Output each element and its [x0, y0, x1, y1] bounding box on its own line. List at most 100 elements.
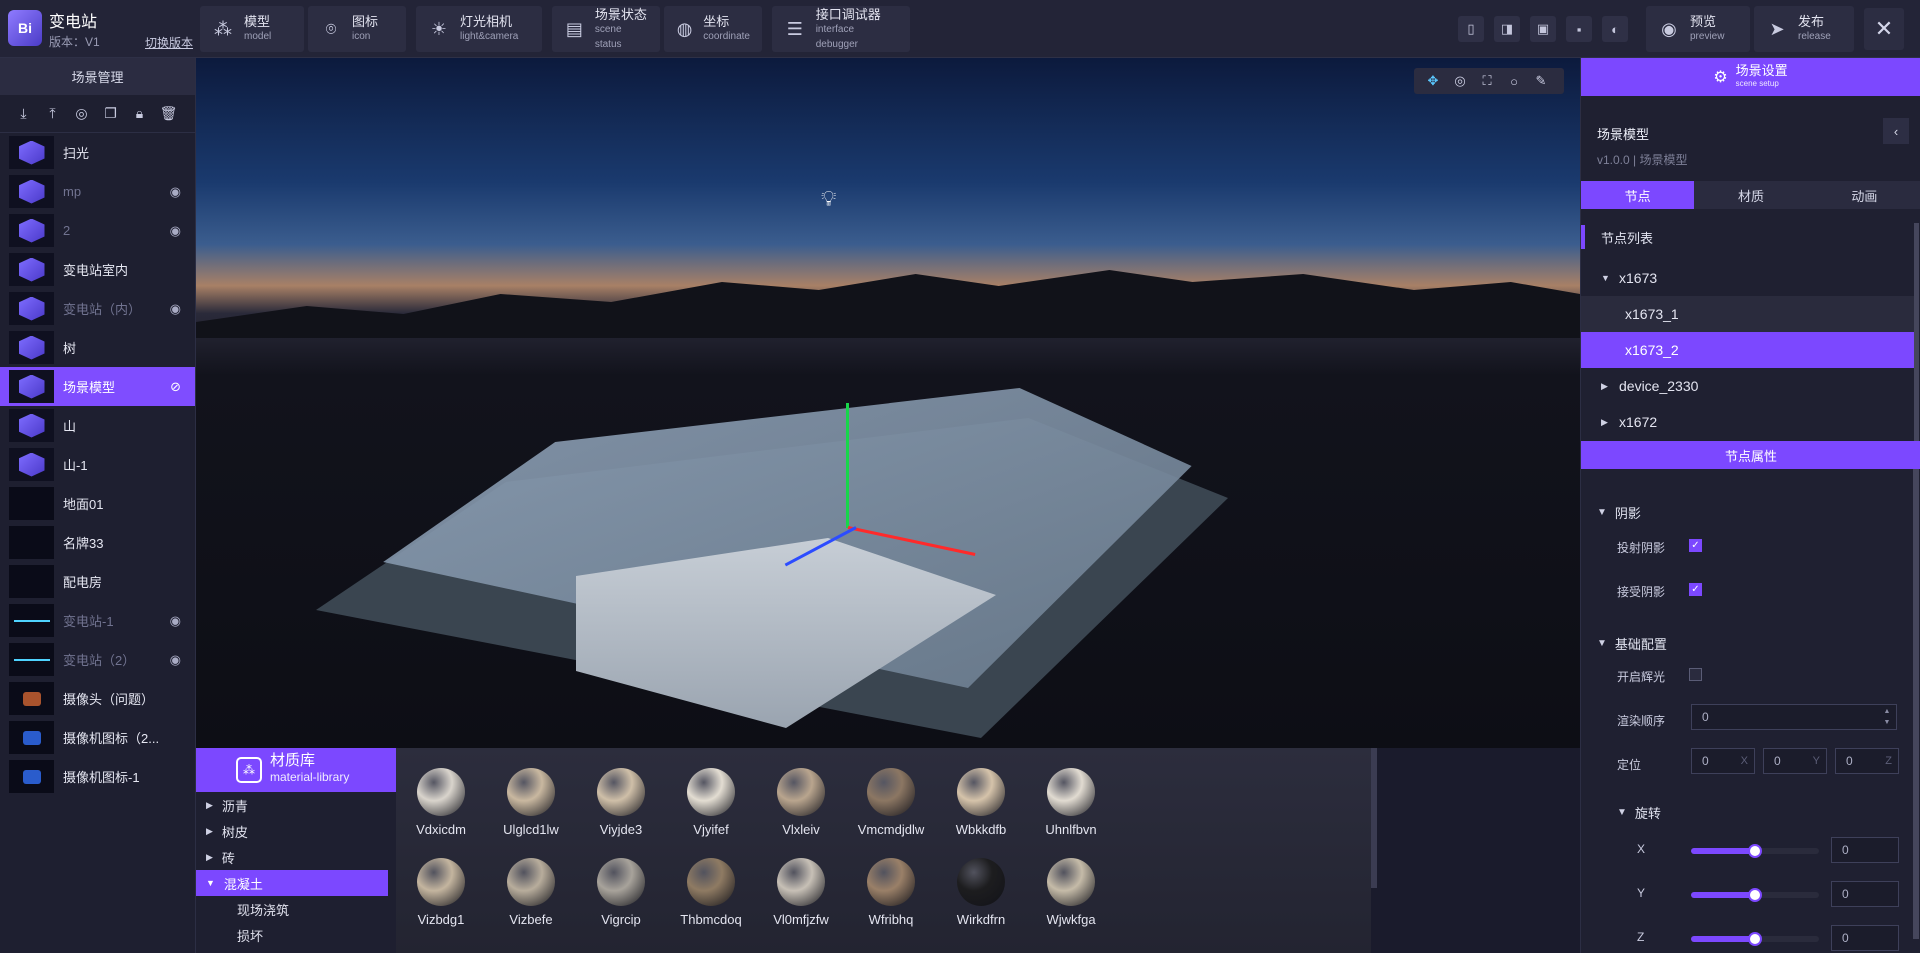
tree-node[interactable]: ▶ device_2330	[1581, 368, 1914, 404]
position-x-input[interactable]: 0X	[1691, 748, 1755, 774]
theme-icon[interactable]: ◐	[1602, 16, 1628, 42]
layer-item[interactable]: 摄像机图标（2...	[0, 718, 195, 757]
slider-knob[interactable]	[1748, 844, 1762, 858]
layer-item[interactable]: 摄像头（问题）	[0, 679, 195, 718]
caret-right-icon[interactable]: ▶	[1601, 381, 1611, 392]
caret-down-icon[interactable]: ▼	[1601, 273, 1611, 283]
right-panel-toggle-icon[interactable]: ◨	[1494, 16, 1520, 42]
toolbar-model-button[interactable]: ⁂ 模型 model	[200, 6, 304, 52]
toolbar-light-label: 灯光相机	[460, 14, 513, 29]
node-tree-scrollbar[interactable]	[1914, 223, 1919, 449]
slider-knob[interactable]	[1748, 932, 1762, 946]
tab-animation[interactable]: 动画	[1808, 181, 1920, 209]
chevron-left-icon[interactable]: ‹	[1883, 118, 1909, 144]
scale-icon[interactable]: ⛶	[1478, 73, 1496, 89]
position-y-input[interactable]: 0Y	[1763, 748, 1827, 774]
layer-item[interactable]: 变电站（内） ◉	[0, 289, 195, 328]
3d-viewport[interactable]: 💡︎ ✥ ◎ ⛶ ○ ✎	[196, 58, 1580, 748]
material-swatch[interactable]: Wjwkfga	[1016, 858, 1126, 927]
slider-knob[interactable]	[1748, 888, 1762, 902]
move-icon[interactable]: ✥	[1424, 73, 1442, 89]
toolbar-icon-button[interactable]: ⌾ 图标 icon	[308, 6, 406, 52]
rotation-slider[interactable]	[1691, 844, 1819, 858]
tree-node[interactable]: ▼ x1673	[1581, 260, 1914, 296]
rotation-value-input[interactable]: 0	[1831, 837, 1899, 863]
render-order-input[interactable]: 0 ▲ ▼	[1691, 704, 1897, 730]
upload-icon[interactable]: ⤒	[43, 104, 62, 123]
preview-button[interactable]: ◉ 预览 preview	[1646, 6, 1750, 52]
eye-icon[interactable]: ◉	[170, 652, 181, 668]
material-category[interactable]: ▶ 沥青	[196, 792, 396, 818]
chevron-down-icon: ▼	[1597, 638, 1607, 649]
circle-icon[interactable]: ○	[1505, 74, 1523, 89]
properties-scrollbar[interactable]	[1913, 469, 1919, 939]
tab-material[interactable]: 材质	[1694, 181, 1807, 209]
rotate-icon[interactable]: ◎	[1451, 73, 1469, 89]
rotation-value-input[interactable]: 0	[1831, 881, 1899, 907]
trash-icon[interactable]: 🗑︎	[159, 104, 178, 123]
material-category[interactable]: ▶ 砖	[196, 844, 396, 870]
rotation-slider[interactable]	[1691, 932, 1819, 946]
layer-item[interactable]: 配电房	[0, 562, 195, 601]
brush-icon[interactable]: ✎	[1532, 73, 1550, 89]
eye-icon[interactable]: ◉	[170, 301, 181, 317]
material-category[interactable]: ▼ 混凝土	[196, 870, 388, 896]
close-icon[interactable]: ✕	[1864, 8, 1904, 50]
tab-node[interactable]: 节点	[1581, 181, 1695, 209]
rotation-value-input[interactable]: 0	[1831, 925, 1899, 951]
light-bulb-icon[interactable]: 💡︎	[821, 186, 836, 212]
copy-icon[interactable]: ❐	[101, 104, 120, 123]
material-category[interactable]: 现场浇筑	[196, 896, 396, 922]
layer-item[interactable]: 摄像机图标-1	[0, 757, 195, 796]
glow-checkbox[interactable]	[1689, 668, 1702, 681]
toolbar-interface-debugger-button[interactable]: ☰ 接口调试器 interface debugger	[772, 6, 910, 52]
material-swatch[interactable]: Uhnlfbvn	[1016, 768, 1126, 837]
eye-icon[interactable]: ◉	[170, 613, 181, 629]
layer-item[interactable]: 2 ◉	[0, 211, 195, 250]
gizmo-y-axis[interactable]	[846, 403, 849, 528]
toolbar-light-camera-button[interactable]: ☀ 灯光相机 light&camera	[416, 6, 542, 52]
layer-item[interactable]: 地面01	[0, 484, 195, 523]
layer-thumb-graphic	[18, 179, 45, 204]
layer-item[interactable]: 扫光	[0, 133, 195, 172]
layer-name: 2	[63, 223, 71, 238]
download-icon[interactable]: ⤓	[14, 104, 33, 123]
shadow-group[interactable]: ▼ 阴影	[1597, 503, 1641, 522]
caret-right-icon[interactable]: ▶	[1601, 417, 1611, 428]
layer-item[interactable]: 名牌33	[0, 523, 195, 562]
lock-icon[interactable]: 🔒︎	[130, 104, 149, 123]
toolbar-scene-status-button[interactable]: ▤ 场景状态 scene status	[552, 6, 660, 52]
tree-node[interactable]: x1673_2	[1581, 332, 1914, 368]
layer-item[interactable]: 变电站-1 ◉	[0, 601, 195, 640]
toolbar-coordinate-button[interactable]: ◍ 坐标 coordinate	[664, 6, 762, 52]
tree-node[interactable]: ▶ x1672	[1581, 404, 1914, 440]
stepper-icon[interactable]: ▲ ▼	[1880, 706, 1894, 728]
eye-icon[interactable]: ◉	[170, 223, 181, 239]
layer-item[interactable]: 山-1	[0, 445, 195, 484]
material-scrollbar[interactable]	[1371, 748, 1377, 888]
save-icon[interactable]: ▪	[1566, 16, 1592, 42]
layer-item[interactable]: 变电站（2） ◉	[0, 640, 195, 679]
layer-item[interactable]: 变电站室内	[0, 250, 195, 289]
material-sphere	[597, 858, 645, 906]
image-icon[interactable]: ▣	[1530, 16, 1556, 42]
tree-node[interactable]: x1673_1	[1581, 296, 1914, 332]
layer-item[interactable]: 场景模型 ⊘	[0, 367, 195, 406]
rotation-slider[interactable]	[1691, 888, 1819, 902]
eye-off-icon[interactable]: ⊘	[170, 379, 181, 395]
material-category[interactable]: ▶ 树皮	[196, 818, 396, 844]
base-config-group[interactable]: ▼ 基础配置	[1597, 634, 1667, 653]
target-icon[interactable]: ◎	[72, 104, 91, 123]
layer-item[interactable]: 树	[0, 328, 195, 367]
material-category[interactable]: 损坏	[196, 922, 396, 948]
layer-item[interactable]: 山	[0, 406, 195, 445]
layer-item[interactable]: mp ◉	[0, 172, 195, 211]
position-z-input[interactable]: 0Z	[1835, 748, 1899, 774]
rotation-group[interactable]: ▼ 旋转	[1617, 803, 1661, 822]
left-panel-toggle-icon[interactable]: ▯	[1458, 16, 1484, 42]
cast-shadow-checkbox[interactable]: ✓	[1689, 539, 1702, 552]
receive-shadow-checkbox[interactable]: ✓	[1689, 583, 1702, 596]
eye-icon[interactable]: ◉	[170, 184, 181, 200]
switch-version-link[interactable]: 切换版本	[145, 34, 193, 51]
release-button[interactable]: ➤ 发布 release	[1754, 6, 1854, 52]
